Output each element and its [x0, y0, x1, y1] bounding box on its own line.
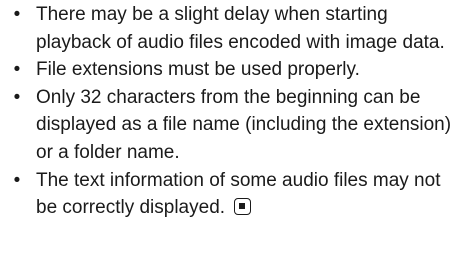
list-item: • There may be a slight delay when start… [0, 1, 454, 56]
bullet-icon: • [13, 4, 21, 25]
list-item-text: Only 32 characters from the beginning ca… [36, 86, 452, 163]
bullet-icon: • [13, 59, 21, 81]
bullet-icon: • [13, 86, 21, 108]
bullet-icon: • [13, 169, 21, 191]
list-item: • The text information of some audio fil… [0, 167, 454, 222]
notes-bullet-list: • There may be a slight delay when start… [0, 1, 454, 222]
end-of-section-icon [234, 198, 252, 216]
list-item: • Only 32 characters from the beginning … [0, 84, 454, 167]
list-item-text: File extensions must be used properly. [36, 59, 360, 81]
list-item-text: There may be a slight delay when startin… [36, 4, 445, 53]
list-item: • File extensions must be used properly. [0, 56, 454, 84]
document-page: • There may be a slight delay when start… [0, 0, 454, 253]
